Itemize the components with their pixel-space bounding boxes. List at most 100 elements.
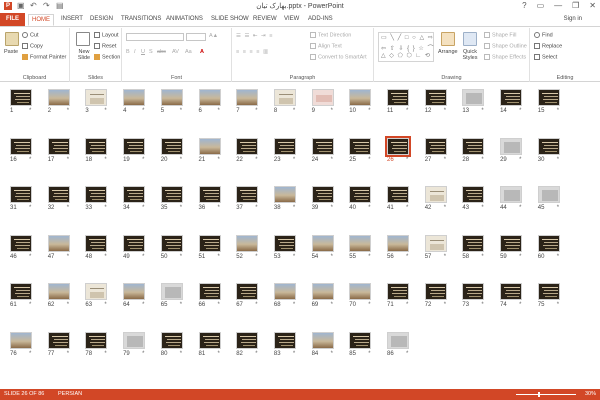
transition-star-icon[interactable]: * bbox=[406, 108, 408, 114]
tab-file[interactable]: FILE bbox=[0, 13, 25, 26]
tab-review[interactable]: REVIEW bbox=[253, 16, 277, 22]
slide-thumbnail[interactable]: 41 * bbox=[387, 186, 409, 211]
slide-thumbnail[interactable]: 42 * bbox=[424, 186, 447, 211]
slide-thumbnail[interactable]: 31 * bbox=[10, 186, 32, 211]
slide-thumbnail[interactable]: 62 * bbox=[47, 283, 70, 308]
text-direction-button[interactable]: Text Direction bbox=[310, 32, 351, 38]
new-slide-icon[interactable] bbox=[76, 32, 90, 46]
slide-thumbnail[interactable]: 84 * bbox=[311, 331, 334, 357]
transition-star-icon[interactable]: * bbox=[557, 254, 559, 260]
transition-star-icon[interactable]: * bbox=[293, 351, 295, 357]
slide-thumbnail[interactable]: 10 * bbox=[349, 89, 372, 114]
quick-styles-button[interactable]: Quick Styles bbox=[460, 49, 480, 61]
transition-star-icon[interactable]: * bbox=[406, 157, 408, 163]
transition-star-icon[interactable]: * bbox=[29, 351, 31, 357]
transition-star-icon[interactable]: * bbox=[444, 108, 446, 114]
select-button[interactable]: Select bbox=[534, 54, 557, 60]
transition-star-icon[interactable]: * bbox=[255, 254, 257, 260]
transition-star-icon[interactable]: * bbox=[67, 157, 69, 163]
transition-star-icon[interactable]: * bbox=[142, 205, 144, 211]
transition-star-icon[interactable]: * bbox=[481, 108, 483, 114]
slide-thumbnail[interactable]: 60 * bbox=[537, 234, 560, 260]
paste-icon[interactable] bbox=[5, 32, 19, 46]
arrange-icon[interactable] bbox=[441, 32, 455, 46]
slide-thumbnail[interactable]: 3 * bbox=[85, 89, 108, 114]
zoom-slider-thumb[interactable] bbox=[538, 392, 540, 397]
slide-thumbnail[interactable]: 7 * bbox=[236, 89, 259, 114]
slide-thumbnail[interactable]: 52 * bbox=[236, 234, 259, 260]
transition-star-icon[interactable]: * bbox=[218, 108, 220, 114]
transition-star-icon[interactable]: * bbox=[331, 108, 333, 114]
shape-outline-button[interactable]: Shape Outline bbox=[484, 43, 527, 49]
transition-star-icon[interactable]: * bbox=[104, 108, 106, 114]
slide-thumbnail[interactable]: 74 * bbox=[500, 283, 523, 308]
transition-star-icon[interactable]: * bbox=[29, 157, 31, 163]
transition-star-icon[interactable]: * bbox=[331, 254, 333, 260]
transition-star-icon[interactable]: * bbox=[180, 157, 182, 163]
slide-thumbnail[interactable]: 18 * bbox=[85, 137, 108, 163]
slide-thumbnail[interactable]: 56 * bbox=[387, 234, 409, 260]
transition-star-icon[interactable]: * bbox=[142, 302, 144, 308]
slide-thumbnail[interactable]: 33 * bbox=[85, 186, 108, 211]
slide-thumbnail[interactable]: 35 * bbox=[160, 186, 183, 211]
slide-thumbnail[interactable]: 55 * bbox=[349, 234, 372, 260]
slide-thumbnail[interactable]: 85 * bbox=[349, 331, 372, 357]
tab-slide-show[interactable]: SLIDE SHOW bbox=[211, 16, 249, 22]
transition-star-icon[interactable]: * bbox=[29, 108, 31, 114]
slide-thumbnail[interactable]: 48 * bbox=[85, 234, 108, 260]
section-button[interactable]: Section bbox=[94, 54, 120, 60]
language-indicator[interactable]: PERSIAN bbox=[58, 391, 82, 397]
slide-thumbnail[interactable]: 34 * bbox=[123, 186, 146, 211]
arrange-button[interactable]: Arrange bbox=[438, 49, 458, 55]
slide-thumbnail[interactable]: 68 * bbox=[273, 283, 296, 308]
slide-thumbnail[interactable]: 43 * bbox=[462, 186, 485, 211]
slide-thumbnail[interactable]: 12 * bbox=[424, 89, 447, 114]
shapes-gallery[interactable]: ▭ ╲ ╱ □ ○ △ ⇨ ⇦ ⇧ ⇩ { } ☆ ⌒ △ ◇ ⬠ ⬡ ∟ ⟲ bbox=[378, 32, 434, 62]
slide-thumbnail[interactable]: 79 * bbox=[123, 331, 146, 357]
transition-star-icon[interactable]: * bbox=[331, 205, 333, 211]
slide-thumbnail[interactable]: 51 * bbox=[198, 234, 221, 260]
slide-thumbnail[interactable]: 75 * bbox=[537, 283, 560, 308]
transition-star-icon[interactable]: * bbox=[67, 254, 69, 260]
cut-button[interactable]: Cut bbox=[22, 32, 39, 38]
slide-thumbnail[interactable]: 16 * bbox=[10, 137, 32, 163]
shadow-button[interactable]: S bbox=[149, 49, 153, 55]
find-button[interactable]: Find bbox=[534, 32, 553, 38]
transition-star-icon[interactable]: * bbox=[104, 157, 106, 163]
list-buttons-icon[interactable]: ☰ ☰ ⇤ ⇥ ≡ bbox=[236, 33, 273, 39]
transition-star-icon[interactable]: * bbox=[293, 254, 295, 260]
slide-thumbnail[interactable]: 67 * bbox=[236, 283, 259, 308]
convert-smartart-button[interactable]: Convert to SmartArt bbox=[310, 54, 367, 60]
transition-star-icon[interactable]: * bbox=[481, 254, 483, 260]
font-size-dropdown[interactable] bbox=[186, 33, 206, 41]
slide-thumbnail[interactable]: 69 * bbox=[311, 283, 334, 308]
copy-button[interactable]: Copy bbox=[22, 43, 43, 49]
transition-star-icon[interactable]: * bbox=[444, 254, 446, 260]
transition-star-icon[interactable]: * bbox=[331, 302, 333, 308]
transition-star-icon[interactable]: * bbox=[293, 205, 295, 211]
zoom-level[interactable]: 30% bbox=[585, 391, 596, 397]
transition-star-icon[interactable]: * bbox=[519, 108, 521, 114]
transition-star-icon[interactable]: * bbox=[519, 302, 521, 308]
tab-transitions[interactable]: TRANSITIONS bbox=[121, 16, 161, 22]
transition-star-icon[interactable]: * bbox=[180, 302, 182, 308]
transition-star-icon[interactable]: * bbox=[255, 108, 257, 114]
transition-star-icon[interactable]: * bbox=[104, 205, 106, 211]
slide-thumbnail[interactable]: 13 * bbox=[462, 89, 485, 114]
slide-thumbnail[interactable]: 8 * bbox=[273, 89, 296, 114]
transition-star-icon[interactable]: * bbox=[519, 157, 521, 163]
transition-star-icon[interactable]: * bbox=[142, 157, 144, 163]
transition-star-icon[interactable]: * bbox=[218, 254, 220, 260]
slide-thumbnail[interactable]: 76 * bbox=[10, 331, 32, 357]
shape-fill-button[interactable]: Shape Fill bbox=[484, 32, 516, 38]
slide-thumbnail[interactable]: 49 * bbox=[123, 234, 146, 260]
align-buttons-icon[interactable]: ≡ ≡ ≡ ≡ ▥ bbox=[236, 49, 269, 55]
transition-star-icon[interactable]: * bbox=[218, 351, 220, 357]
format-painter-button[interactable]: Format Painter bbox=[22, 54, 66, 60]
slide-thumbnail[interactable]: 66 * bbox=[198, 283, 221, 308]
slide-thumbnail[interactable]: 1 * bbox=[10, 89, 32, 114]
transition-star-icon[interactable]: * bbox=[180, 205, 182, 211]
slide-thumbnail[interactable]: 24 * bbox=[311, 137, 334, 163]
transition-star-icon[interactable]: * bbox=[293, 108, 295, 114]
transition-star-icon[interactable]: * bbox=[218, 302, 220, 308]
